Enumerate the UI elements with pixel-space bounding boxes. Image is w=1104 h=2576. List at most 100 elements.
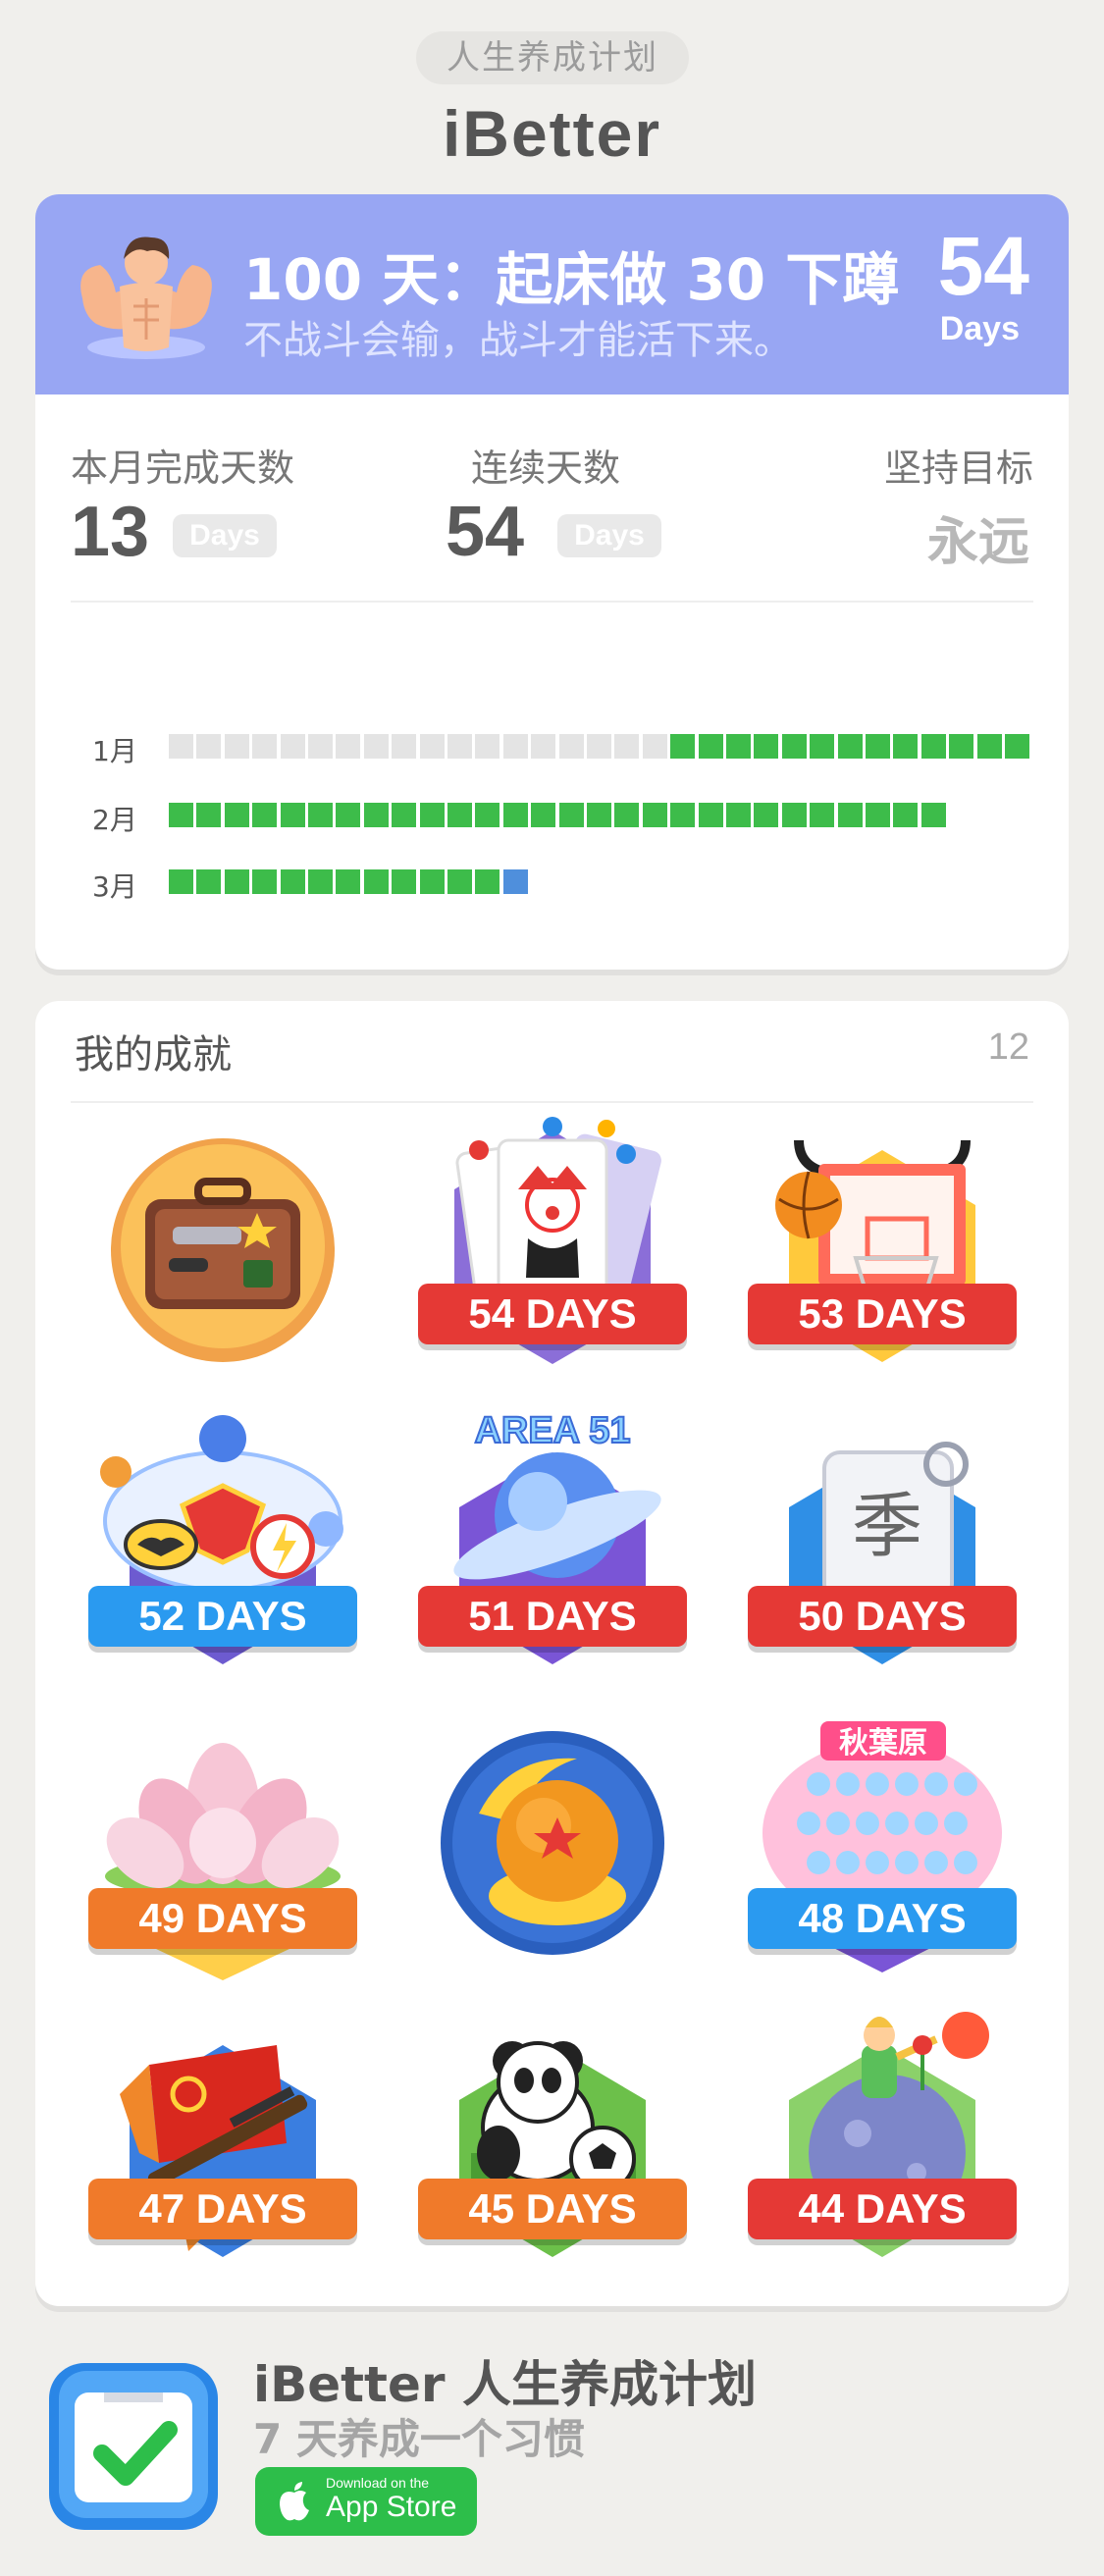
calendar-day (447, 869, 472, 894)
consecutive-label: 连续天数 (471, 447, 621, 490)
goal-label: 坚持目标 (883, 447, 1033, 490)
calendar-day (308, 734, 333, 759)
calendar-day (698, 803, 723, 827)
calendar-day (502, 734, 528, 759)
calendar-day (781, 803, 807, 827)
calendar-day (196, 869, 222, 894)
calendar-day (392, 734, 417, 759)
calendar-day (169, 734, 193, 759)
calendar-day (447, 734, 472, 759)
month-done-label: 本月完成天数 (71, 447, 295, 490)
calendar-day (781, 734, 807, 759)
calendar-day (614, 734, 640, 759)
muscle-man-avatar-icon (80, 237, 212, 359)
calendar-day (447, 803, 472, 827)
badge-days-ribbon: 48 DAYS (748, 1888, 1017, 1949)
calendar-day (587, 734, 611, 759)
tagline-pill: 人生养成计划 (416, 31, 689, 84)
calendar-day (642, 803, 667, 827)
badge-days-ribbon: 49 DAYS (88, 1888, 357, 1949)
apple-icon (280, 2482, 309, 2521)
achievements-count: 12 (987, 1026, 1029, 1068)
achievements-title: 我的成就 (75, 1032, 232, 1078)
badge-days-ribbon: 44 DAYS (748, 2179, 1017, 2239)
calendar-day (224, 869, 249, 894)
calendar-day (810, 734, 835, 759)
calendar-day (252, 869, 278, 894)
month-done-value: 13 (71, 493, 150, 571)
consecutive-unit: Days (557, 514, 661, 557)
calendar-day (419, 803, 445, 827)
calendar-day (1005, 734, 1029, 759)
calendar-day (726, 734, 751, 759)
calendar-day (252, 734, 278, 759)
month-done-unit: Days (173, 514, 277, 557)
month-label: 1月 (92, 735, 137, 767)
calendar-day (670, 734, 696, 759)
suitcase-icon (111, 1138, 335, 1362)
calendar-day (726, 803, 751, 827)
badge-days-ribbon: 45 DAYS (418, 2179, 687, 2239)
month-label: 3月 (92, 870, 137, 903)
app-store-button[interactable]: Download on the App Store (255, 2467, 477, 2536)
calendar-day (169, 803, 193, 827)
badge-dragon-ball[interactable] (410, 1715, 695, 1980)
calendar-day (392, 869, 417, 894)
calendar-day (475, 869, 500, 894)
calendar-day (502, 869, 528, 894)
calendar-day (196, 803, 222, 827)
ufo-top-text: AREA 51 (474, 1413, 630, 1451)
calendar-day (810, 803, 835, 827)
achievements-divider (71, 1101, 1033, 1103)
consecutive-value: 54 (446, 493, 525, 571)
habit-motto: 不战斗会输，战斗才能活下来。 (243, 318, 793, 363)
idol-top-text: 秋葉原 (839, 1726, 927, 1761)
app-logo-icon[interactable] (45, 2359, 222, 2534)
calendar-day (363, 869, 389, 894)
habit-header: 100 天：起床做 30 下蹲 不战斗会输，战斗才能活下来。 54 Days (35, 194, 1069, 394)
svg-text:季: 季 (852, 1485, 922, 1567)
calendar-day (670, 803, 696, 827)
streak-value: 54 (937, 220, 1029, 312)
calendar-day (363, 734, 389, 759)
habit-card[interactable]: 100 天：起床做 30 下蹲 不战斗会输，战斗才能活下来。 54 Days 本… (35, 194, 1069, 970)
streak-unit: Days (939, 310, 1020, 347)
calendar-day (976, 734, 1002, 759)
calendar-day (837, 734, 863, 759)
calendar-day (698, 734, 723, 759)
calendar-day (280, 869, 305, 894)
calendar-day (531, 734, 556, 759)
habit-title: 100 天：起床做 30 下蹲 (243, 246, 900, 313)
calendar-day (754, 803, 779, 827)
calendar-day (280, 734, 305, 759)
calendar-day (336, 869, 361, 894)
calendar-day (336, 803, 361, 827)
badge-days-ribbon: 47 DAYS (88, 2179, 357, 2239)
calendar-day (558, 734, 584, 759)
calendar-day (169, 869, 193, 894)
calendar-day (502, 803, 528, 827)
stats-divider (71, 601, 1033, 603)
calendar-day (196, 734, 222, 759)
calendar-day (587, 803, 611, 827)
calendar-day (754, 734, 779, 759)
achievements-card[interactable]: 我的成就 12 AREA 51 季 秋葉原 54 DAYS 53 DAYS 52… (35, 1001, 1069, 2306)
calendar-day (920, 734, 946, 759)
calendar-day (280, 803, 305, 827)
app-title: iBetter (442, 97, 662, 170)
calendar-day (949, 734, 974, 759)
calendar-day (392, 803, 417, 827)
badge-days-ribbon: 54 DAYS (418, 1284, 687, 1344)
calendar-day (920, 803, 946, 827)
badge-days-ribbon: 50 DAYS (748, 1586, 1017, 1647)
dragon-ball-icon (441, 1731, 664, 1955)
badge-days-ribbon: 52 DAYS (88, 1586, 357, 1647)
badge-days-ribbon: 53 DAYS (748, 1284, 1017, 1344)
calendar-day (252, 803, 278, 827)
calendar-day (866, 803, 890, 827)
badge-suitcase[interactable] (80, 1111, 365, 1376)
calendar-day (308, 803, 333, 827)
store-small-text: Download on the (326, 2475, 430, 2491)
calendar-day (866, 734, 890, 759)
calendar-day (308, 869, 333, 894)
